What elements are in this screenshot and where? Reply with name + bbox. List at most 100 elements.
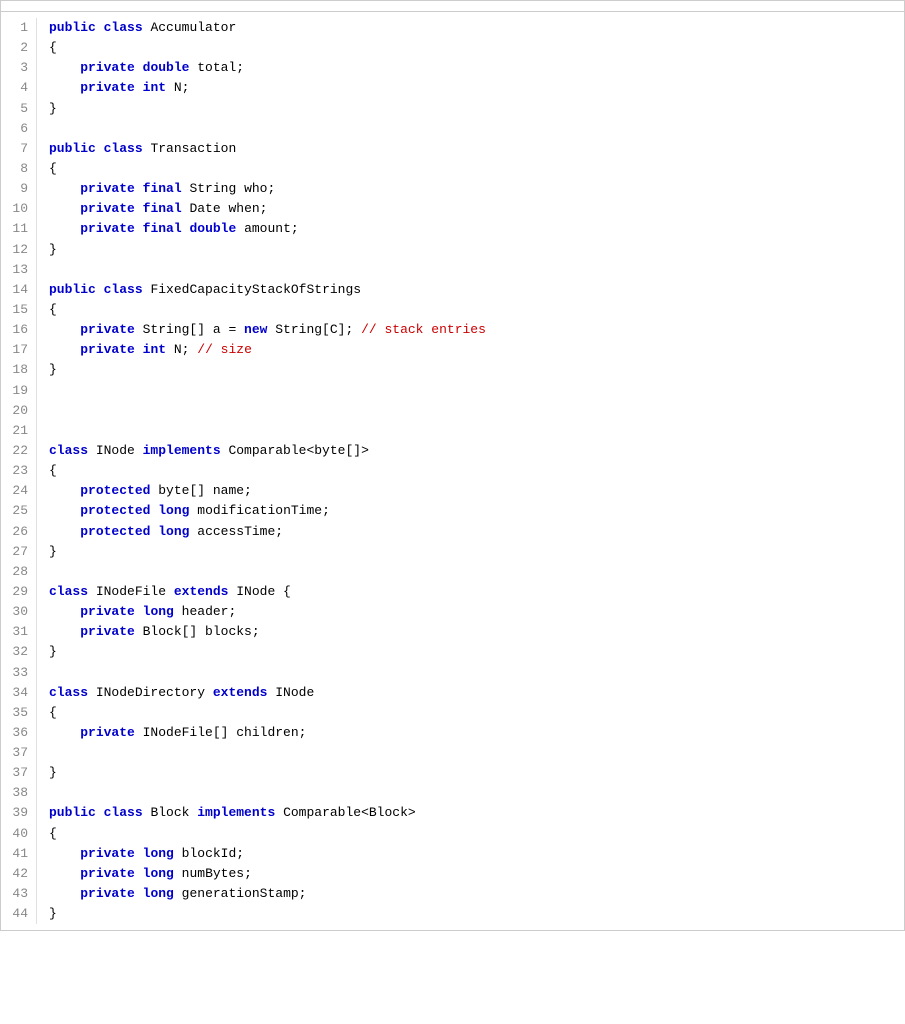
code-line: } [49, 763, 486, 783]
token [49, 503, 80, 518]
token: blockId; [174, 846, 244, 861]
token: class [49, 584, 88, 599]
token [135, 181, 143, 196]
token [135, 342, 143, 357]
code-line: protected long accessTime; [49, 522, 486, 542]
token [135, 201, 143, 216]
code-line [49, 401, 486, 421]
token: INodeFile[] children; [135, 725, 307, 740]
line-number: 28 [5, 562, 28, 582]
token: { [49, 40, 57, 55]
token: double [189, 221, 236, 236]
token: long [143, 604, 174, 619]
code-line [49, 381, 486, 401]
token [49, 221, 80, 236]
code-body: 1234567891011121314151617181920212223242… [1, 12, 904, 930]
token: double [143, 60, 190, 75]
token [96, 805, 104, 820]
token [49, 886, 80, 901]
code-line: private long header; [49, 602, 486, 622]
line-number: 37 [5, 743, 28, 763]
token: implements [143, 443, 221, 458]
token: total; [189, 60, 244, 75]
code-line: private double total; [49, 58, 486, 78]
token: public [49, 141, 96, 156]
code-line: private int N; // size [49, 340, 486, 360]
line-number: 1 [5, 18, 28, 38]
token: } [49, 765, 57, 780]
line-number: 10 [5, 199, 28, 219]
code-line: class INodeDirectory extends INode [49, 683, 486, 703]
token: long [143, 886, 174, 901]
token [49, 322, 80, 337]
token: long [158, 503, 189, 518]
code-container: 1234567891011121314151617181920212223242… [0, 0, 905, 931]
token: final [143, 221, 182, 236]
code-line: { [49, 38, 486, 58]
token [49, 201, 80, 216]
token: final [143, 181, 182, 196]
line-number: 20 [5, 401, 28, 421]
token [135, 846, 143, 861]
code-line: private long generationStamp; [49, 884, 486, 904]
line-number: 40 [5, 824, 28, 844]
token [135, 221, 143, 236]
code-line: class INode implements Comparable<byte[]… [49, 441, 486, 461]
token [135, 604, 143, 619]
code-line: { [49, 824, 486, 844]
line-number: 14 [5, 280, 28, 300]
token: private [80, 886, 135, 901]
token: new [244, 322, 267, 337]
code-line: { [49, 159, 486, 179]
token: { [49, 161, 57, 176]
token: Comparable<byte[]> [221, 443, 369, 458]
token [96, 282, 104, 297]
token: protected [80, 483, 150, 498]
code-line: public class FixedCapacityStackOfStrings [49, 280, 486, 300]
line-number: 5 [5, 99, 28, 119]
token: } [49, 101, 57, 116]
code-line: private long numBytes; [49, 864, 486, 884]
token: Block[] blocks; [135, 624, 260, 639]
code-line: } [49, 642, 486, 662]
line-number: 21 [5, 421, 28, 441]
token: private [80, 181, 135, 196]
token [135, 866, 143, 881]
code-lines: public class Accumulator{ private double… [37, 18, 498, 924]
token: { [49, 463, 57, 478]
token [49, 524, 80, 539]
code-line: { [49, 461, 486, 481]
line-number: 22 [5, 441, 28, 461]
token: Date when; [182, 201, 268, 216]
code-line: private long blockId; [49, 844, 486, 864]
line-number: 25 [5, 501, 28, 521]
code-line: protected byte[] name; [49, 481, 486, 501]
token [49, 846, 80, 861]
token [135, 60, 143, 75]
line-number: 31 [5, 622, 28, 642]
token: implements [197, 805, 275, 820]
token: class [104, 282, 143, 297]
token: numBytes; [174, 866, 252, 881]
token [49, 866, 80, 881]
code-line: } [49, 360, 486, 380]
token: protected [80, 503, 150, 518]
line-number: 42 [5, 864, 28, 884]
line-numbers: 1234567891011121314151617181920212223242… [1, 18, 37, 924]
token: Block [143, 805, 198, 820]
token: INode [88, 443, 143, 458]
line-number: 41 [5, 844, 28, 864]
token: public [49, 805, 96, 820]
code-line: private INodeFile[] children; [49, 723, 486, 743]
token [49, 80, 80, 95]
code-line [49, 743, 486, 763]
token: Transaction [143, 141, 237, 156]
token: private [80, 342, 135, 357]
code-line: public class Transaction [49, 139, 486, 159]
line-number: 27 [5, 542, 28, 562]
token: amount; [236, 221, 298, 236]
code-line: class INodeFile extends INode { [49, 582, 486, 602]
token [96, 20, 104, 35]
token: header; [174, 604, 236, 619]
code-line: protected long modificationTime; [49, 501, 486, 521]
